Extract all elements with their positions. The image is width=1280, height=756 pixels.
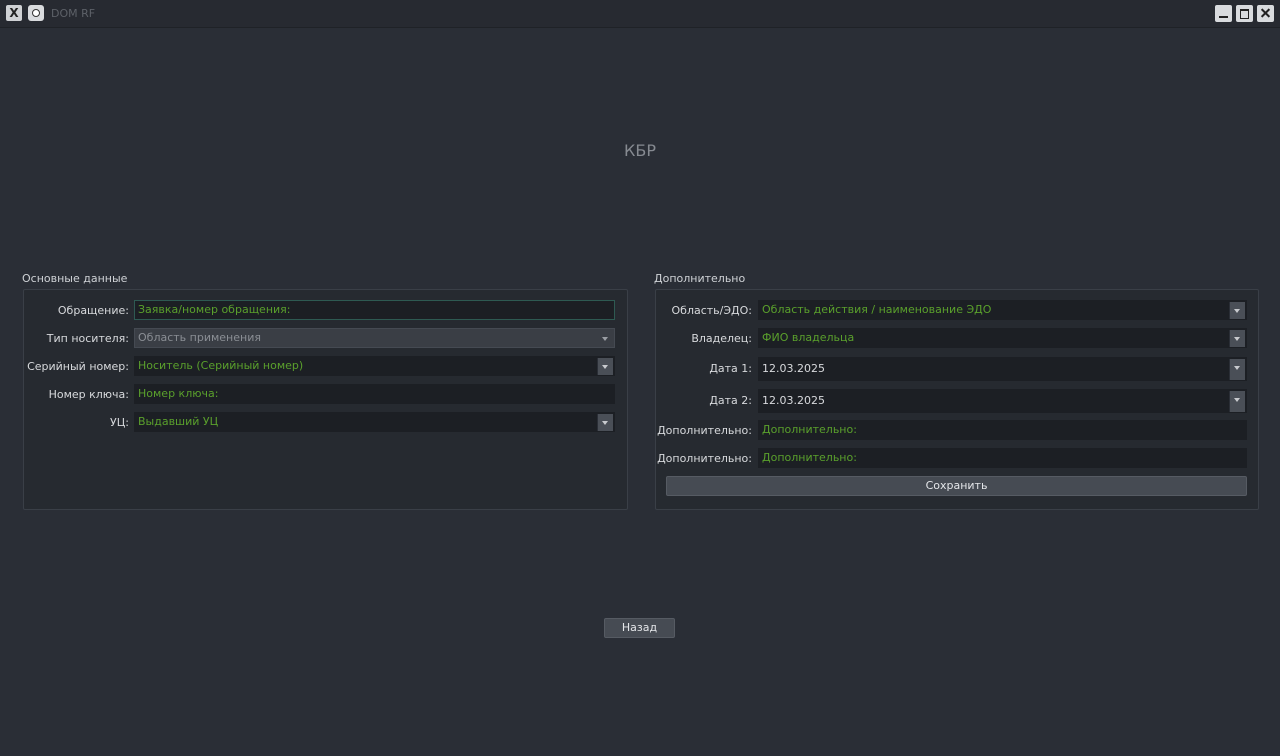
additional2-input[interactable]: Дополнительно: <box>758 448 1247 468</box>
area-edo-label: Область/ЭДО: <box>671 304 753 317</box>
chevron-down-icon[interactable] <box>1229 391 1245 412</box>
window-titlebar: X DOM RF <box>0 0 1280 28</box>
main-group-panel: Обращение: Заявка/номер обращения: Тип н… <box>23 289 628 510</box>
date1-value: 12.03.2025 <box>762 362 825 375</box>
media-type-value: Область применения <box>138 331 261 344</box>
additional1-input[interactable]: Дополнительно: <box>758 420 1247 440</box>
date2-value: 12.03.2025 <box>762 394 825 407</box>
main-group-title: Основные данные <box>22 272 128 285</box>
page-title: КБР <box>624 141 656 160</box>
media-type-select[interactable]: Область применения <box>134 328 615 348</box>
maximize-icon[interactable] <box>1236 5 1253 22</box>
chevron-down-icon[interactable] <box>598 330 613 347</box>
back-button[interactable]: Назад <box>604 618 675 638</box>
additional1-label: Дополнительно: <box>657 424 752 437</box>
app-settings-icon[interactable] <box>28 5 44 21</box>
close-icon[interactable] <box>1257 5 1274 22</box>
date2-input[interactable]: 12.03.2025 <box>758 389 1247 413</box>
serial-number-label: Серийный номер: <box>27 360 129 373</box>
request-input[interactable]: Заявка/номер обращения: <box>134 300 615 320</box>
chevron-down-icon[interactable] <box>597 414 613 431</box>
window-title: DOM RF <box>51 7 96 20</box>
date1-input[interactable]: 12.03.2025 <box>758 357 1247 381</box>
save-button[interactable]: Сохранить <box>666 476 1247 496</box>
date2-label: Дата 2: <box>709 394 752 407</box>
ca-value: Выдавший УЦ <box>138 415 219 428</box>
key-number-input[interactable]: Номер ключа: <box>134 384 615 404</box>
ca-label: УЦ: <box>110 416 129 429</box>
extra-group-title: Дополнительно <box>654 272 746 285</box>
date1-label: Дата 1: <box>709 362 752 375</box>
serial-number-value: Носитель (Серийный номер) <box>138 359 304 372</box>
chevron-down-icon[interactable] <box>597 358 613 375</box>
key-number-label: Номер ключа: <box>48 388 129 401</box>
owner-select[interactable]: ФИО владельца <box>758 328 1247 348</box>
chevron-down-icon[interactable] <box>1229 359 1245 380</box>
request-label: Обращение: <box>57 304 129 317</box>
owner-label: Владелец: <box>691 332 752 345</box>
chevron-down-icon[interactable] <box>1229 330 1245 347</box>
area-edo-value: Область действия / наименование ЭДО <box>762 303 992 316</box>
extra-group-panel: Область/ЭДО: Область действия / наименов… <box>655 289 1259 510</box>
minimize-icon[interactable] <box>1215 5 1232 22</box>
area-edo-select[interactable]: Область действия / наименование ЭДО <box>758 300 1247 320</box>
additional2-label: Дополнительно: <box>657 452 752 465</box>
ca-select[interactable]: Выдавший УЦ <box>134 412 615 432</box>
media-type-label: Тип носителя: <box>46 332 129 345</box>
app-x-icon[interactable]: X <box>6 5 22 21</box>
chevron-down-icon[interactable] <box>1229 302 1245 319</box>
owner-value: ФИО владельца <box>762 331 855 344</box>
serial-number-select[interactable]: Носитель (Серийный номер) <box>134 356 615 376</box>
